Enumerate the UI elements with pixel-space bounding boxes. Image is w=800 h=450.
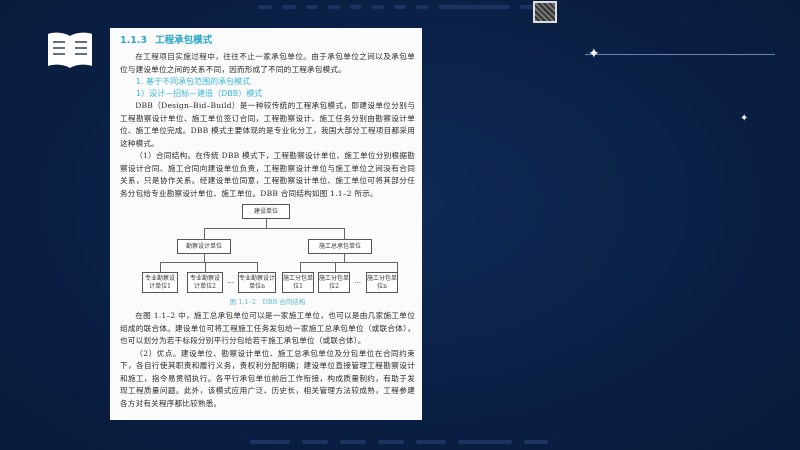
top-watermark-bar: [258, 5, 542, 9]
section-number: 1.1.3: [120, 35, 148, 46]
bottom-watermark-bar: [250, 440, 548, 444]
dbb-contract-diagram: 建设单位 勘察设计单位 施工总承包单位 专业勘察设计单位1 专业勘察设计单位2 …: [120, 202, 415, 310]
advantages-paragraph: （2）优点。建设单位、勘察设计单位、施工总承包单位及分包单位在合同约束下，各自行…: [120, 348, 415, 408]
diagram-design-box: 勘察设计单位: [177, 239, 231, 254]
diagram-design-sub-box: 专业勘察设计单位2: [187, 272, 223, 293]
intro-paragraph: 在工程项目实施过程中，往往不止一家承包单位。由于承包单位之间以及承包单位与建设单…: [120, 52, 415, 74]
sparkle-icon: ✦: [588, 46, 600, 62]
diagram-design-sub-box: 专业勘察设计单位1: [142, 272, 178, 293]
diagram-construction-sub-box: 施工分包单位2: [318, 272, 350, 293]
diagram-construction-sub-box: 施工分包单位1: [282, 272, 314, 293]
diagram-root-box: 建设单位: [242, 204, 290, 219]
sparkle-icon: ✦: [740, 113, 749, 124]
subheading: 1）设计—招标—建造（DBB）模式: [136, 89, 263, 98]
document-page: 1.1.3 工程承包模式 在工程项目实施过程中，往往不止一家承包单位。由于承包单位…: [110, 28, 422, 420]
section-title: 工程承包模式: [155, 35, 213, 46]
contract-paragraph: （1）合同结构。在传统 DBB 模式下，工程勘察设计单位、施工单位分别根据勘察设…: [120, 151, 415, 198]
figure-caption: 图 1.1–2 DBB 合同结构: [229, 298, 306, 306]
qr-code: [533, 1, 557, 23]
figure-paragraph: 在图 1.1–2 中，施工总承包单位可以是一家施工单位，也可以是由几家施工单位组…: [120, 311, 415, 345]
diagram-ellipsis: …: [354, 277, 361, 285]
subheading: 1. 基于不同承包范围的承包模式: [136, 77, 251, 86]
decorative-line: [585, 54, 775, 55]
section-heading: 1.1.3 工程承包模式: [120, 32, 415, 46]
diagram-design-sub-box: 专业勘察设计单位n: [238, 272, 276, 293]
diagram-ellipsis: …: [227, 277, 234, 285]
dbb-paragraph: DBB（Design–Bid–Build）是一种较传统的工程承包模式，即建设单位…: [120, 101, 415, 148]
open-book-icon: [48, 32, 92, 68]
diagram-construction-sub-box: 施工分包单位n: [366, 272, 398, 293]
diagram-construction-box: 施工总承包单位: [308, 239, 372, 254]
